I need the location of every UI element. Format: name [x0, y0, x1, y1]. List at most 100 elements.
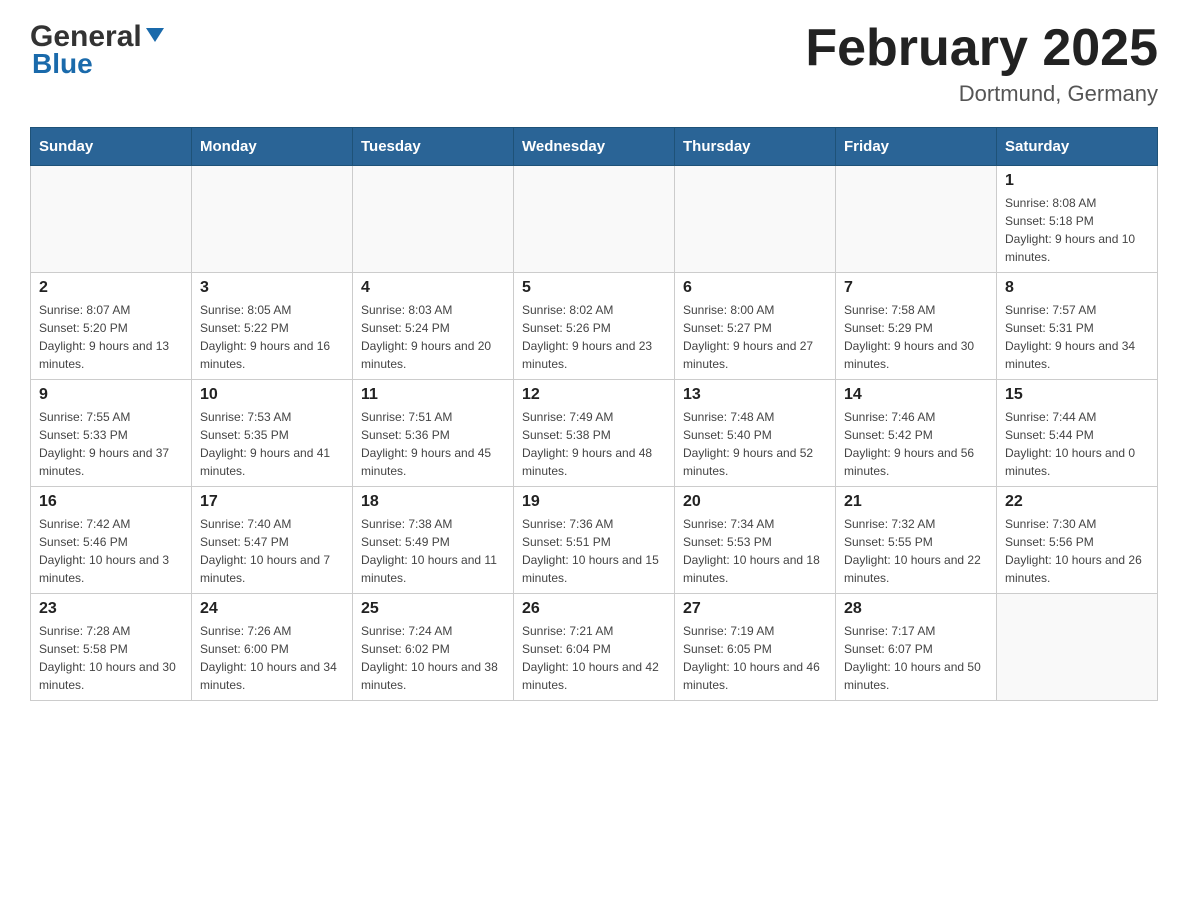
calendar-cell	[31, 166, 192, 273]
day-info: Sunrise: 8:07 AMSunset: 5:20 PMDaylight:…	[39, 301, 183, 373]
day-info: Sunrise: 7:30 AMSunset: 5:56 PMDaylight:…	[1005, 515, 1149, 587]
day-info: Sunrise: 8:08 AMSunset: 5:18 PMDaylight:…	[1005, 194, 1149, 266]
day-number: 18	[361, 493, 505, 511]
calendar-cell: 25Sunrise: 7:24 AMSunset: 6:02 PMDayligh…	[353, 594, 514, 701]
calendar-cell: 27 Sunrise: 7:19 AMSunset: 6:05 PMDayligh…	[675, 594, 836, 701]
day-info: Sunrise: 7:46 AMSunset: 5:42 PMDaylight:…	[844, 408, 988, 480]
day-info: Sunrise: 8:05 AMSunset: 5:22 PMDaylight:…	[200, 301, 344, 373]
day-info: Sunrise: 7:44 AMSunset: 5:44 PMDaylight:…	[1005, 408, 1149, 480]
day-info: Sunrise: 7:34 AMSunset: 5:53 PMDaylight:…	[683, 515, 827, 587]
day-number: 20	[683, 493, 827, 511]
calendar-cell: 21 Sunrise: 7:32 AMSunset: 5:55 PMDayligh…	[836, 487, 997, 594]
day-number: 15	[1005, 386, 1149, 404]
week-row-3: 9 Sunrise: 7:55 AMSunset: 5:33 PMDaylight…	[31, 380, 1158, 487]
logo: General Blue	[30, 20, 166, 80]
calendar-cell: 26 Sunrise: 7:21 AMSunset: 6:04 PMDayligh…	[514, 594, 675, 701]
calendar-cell: 2 Sunrise: 8:07 AMSunset: 5:20 PMDaylight…	[31, 273, 192, 380]
day-info: Sunrise: 7:58 AMSunset: 5:29 PMDaylight:…	[844, 301, 988, 373]
calendar-cell: 17 Sunrise: 7:40 AMSunset: 5:47 PMDayligh…	[192, 487, 353, 594]
day-number: 26	[522, 600, 666, 618]
day-info: Sunrise: 7:40 AMSunset: 5:47 PMDaylight:…	[200, 515, 344, 587]
logo-triangle-icon	[144, 24, 166, 46]
day-number: 2	[39, 279, 183, 297]
calendar-cell: 8 Sunrise: 7:57 AMSunset: 5:31 PMDaylight…	[997, 273, 1158, 380]
week-row-4: 16 Sunrise: 7:42 AMSunset: 5:46 PMDayligh…	[31, 487, 1158, 594]
calendar-cell: 14 Sunrise: 7:46 AMSunset: 5:42 PMDayligh…	[836, 380, 997, 487]
week-row-1: 1 Sunrise: 8:08 AMSunset: 5:18 PMDaylight…	[31, 166, 1158, 273]
day-number: 6	[683, 279, 827, 297]
day-number: 13	[683, 386, 827, 404]
calendar-cell: 9 Sunrise: 7:55 AMSunset: 5:33 PMDaylight…	[31, 380, 192, 487]
day-number: 10	[200, 386, 344, 404]
day-number: 25	[361, 600, 505, 618]
calendar-cell: 1 Sunrise: 8:08 AMSunset: 5:18 PMDaylight…	[997, 166, 1158, 273]
calendar-cell	[514, 166, 675, 273]
day-info: Sunrise: 7:42 AMSunset: 5:46 PMDaylight:…	[39, 515, 183, 587]
day-number: 12	[522, 386, 666, 404]
day-info: Sunrise: 8:00 AMSunset: 5:27 PMDaylight:…	[683, 301, 827, 373]
day-info: Sunrise: 8:02 AMSunset: 5:26 PMDaylight:…	[522, 301, 666, 373]
calendar-cell	[675, 166, 836, 273]
calendar-cell: 16 Sunrise: 7:42 AMSunset: 5:46 PMDayligh…	[31, 487, 192, 594]
day-number: 14	[844, 386, 988, 404]
day-number: 3	[200, 279, 344, 297]
day-number: 24	[200, 600, 344, 618]
day-number: 27	[683, 600, 827, 618]
calendar-header: SundayMondayTuesdayWednesdayThursdayFrid…	[31, 128, 1158, 166]
day-number: 19	[522, 493, 666, 511]
header-monday: Monday	[192, 128, 353, 166]
calendar-cell	[353, 166, 514, 273]
day-info: Sunrise: 7:17 AMSunset: 6:07 PMDaylight:…	[844, 622, 988, 694]
day-number: 1	[1005, 172, 1149, 190]
day-number: 5	[522, 279, 666, 297]
day-number: 11	[361, 386, 505, 404]
calendar-cell: 4Sunrise: 8:03 AMSunset: 5:24 PMDaylight…	[353, 273, 514, 380]
header-row: SundayMondayTuesdayWednesdayThursdayFrid…	[31, 128, 1158, 166]
day-info: Sunrise: 7:19 AMSunset: 6:05 PMDaylight:…	[683, 622, 827, 694]
title-block: February 2025 Dortmund, Germany	[805, 20, 1158, 107]
day-number: 16	[39, 493, 183, 511]
day-info: Sunrise: 7:51 AMSunset: 5:36 PMDaylight:…	[361, 408, 505, 480]
header-tuesday: Tuesday	[353, 128, 514, 166]
day-number: 8	[1005, 279, 1149, 297]
day-number: 7	[844, 279, 988, 297]
location-subtitle: Dortmund, Germany	[805, 81, 1158, 107]
day-info: Sunrise: 7:38 AMSunset: 5:49 PMDaylight:…	[361, 515, 505, 587]
day-info: Sunrise: 7:49 AMSunset: 5:38 PMDaylight:…	[522, 408, 666, 480]
calendar-cell	[192, 166, 353, 273]
day-info: Sunrise: 7:26 AMSunset: 6:00 PMDaylight:…	[200, 622, 344, 694]
calendar-cell: 24 Sunrise: 7:26 AMSunset: 6:00 PMDayligh…	[192, 594, 353, 701]
calendar-cell	[997, 594, 1158, 701]
calendar-cell: 3 Sunrise: 8:05 AMSunset: 5:22 PMDaylight…	[192, 273, 353, 380]
calendar-cell: 13 Sunrise: 7:48 AMSunset: 5:40 PMDayligh…	[675, 380, 836, 487]
calendar-body: 1 Sunrise: 8:08 AMSunset: 5:18 PMDaylight…	[31, 166, 1158, 701]
header-friday: Friday	[836, 128, 997, 166]
header-sunday: Sunday	[31, 128, 192, 166]
day-number: 9	[39, 386, 183, 404]
day-info: Sunrise: 7:32 AMSunset: 5:55 PMDaylight:…	[844, 515, 988, 587]
calendar-cell: 11 Sunrise: 7:51 AMSunset: 5:36 PMDayligh…	[353, 380, 514, 487]
day-number: 22	[1005, 493, 1149, 511]
calendar-cell: 18 Sunrise: 7:38 AMSunset: 5:49 PMDayligh…	[353, 487, 514, 594]
calendar-cell: 10 Sunrise: 7:53 AMSunset: 5:35 PMDayligh…	[192, 380, 353, 487]
calendar-cell: 6 Sunrise: 8:00 AMSunset: 5:27 PMDaylight…	[675, 273, 836, 380]
day-info: Sunrise: 7:36 AMSunset: 5:51 PMDaylight:…	[522, 515, 666, 587]
header-saturday: Saturday	[997, 128, 1158, 166]
day-info: Sunrise: 7:55 AMSunset: 5:33 PMDaylight:…	[39, 408, 183, 480]
calendar-cell: 23Sunrise: 7:28 AMSunset: 5:58 PMDayligh…	[31, 594, 192, 701]
day-info: Sunrise: 7:57 AMSunset: 5:31 PMDaylight:…	[1005, 301, 1149, 373]
day-info: Sunrise: 7:48 AMSunset: 5:40 PMDaylight:…	[683, 408, 827, 480]
day-number: 21	[844, 493, 988, 511]
week-row-5: 23Sunrise: 7:28 AMSunset: 5:58 PMDayligh…	[31, 594, 1158, 701]
day-number: 23	[39, 600, 183, 618]
day-number: 17	[200, 493, 344, 511]
header-wednesday: Wednesday	[514, 128, 675, 166]
day-info: Sunrise: 7:21 AMSunset: 6:04 PMDaylight:…	[522, 622, 666, 694]
page-header: General Blue February 2025 Dortmund, Ger…	[30, 20, 1158, 107]
calendar-cell	[836, 166, 997, 273]
calendar-cell: 20 Sunrise: 7:34 AMSunset: 5:53 PMDayligh…	[675, 487, 836, 594]
day-info: Sunrise: 7:53 AMSunset: 5:35 PMDaylight:…	[200, 408, 344, 480]
day-info: Sunrise: 8:03 AMSunset: 5:24 PMDaylight:…	[361, 301, 505, 373]
calendar-table: SundayMondayTuesdayWednesdayThursdayFrid…	[30, 127, 1158, 701]
calendar-cell: 15 Sunrise: 7:44 AMSunset: 5:44 PMDayligh…	[997, 380, 1158, 487]
